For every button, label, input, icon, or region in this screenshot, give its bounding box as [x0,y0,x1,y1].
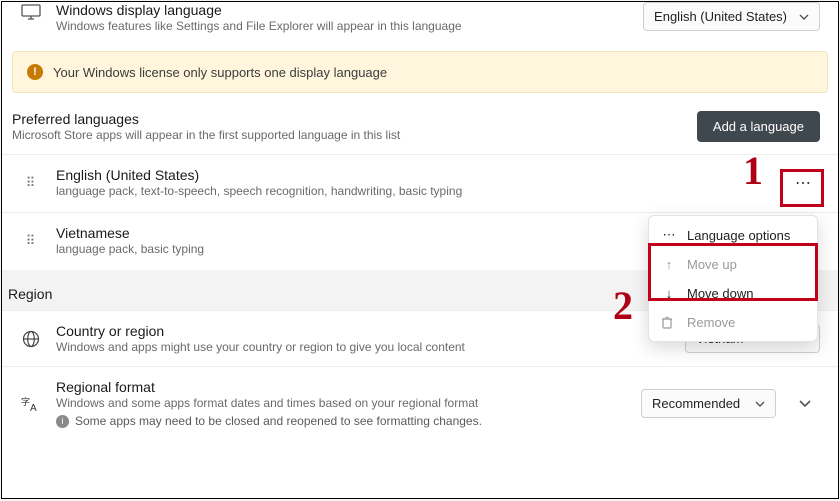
display-language-value: English (United States) [654,9,787,24]
regional-format-row: 字A Regional format Windows and some apps… [2,366,838,440]
menu-move-down[interactable]: ↓ Move down [649,279,817,308]
menu-move-up: ↑ Move up [649,250,817,279]
language-context-menu: ⋯ Language options ↑ Move up ↓ Move down… [648,215,818,342]
trash-icon [661,316,677,330]
regional-format-dropdown[interactable]: Recommended [641,389,776,418]
display-language-title: Windows display language [56,2,629,18]
svg-text:A: A [30,403,37,413]
display-language-dropdown[interactable]: English (United States) [643,2,820,31]
menu-label: Language options [687,228,790,243]
annotation-number-1: 1 [743,147,763,194]
menu-label: Move down [687,286,753,301]
preferred-languages-header: Preferred languages Microsoft Store apps… [2,107,838,154]
arrow-up-icon: ↑ [661,257,677,272]
more-options-button[interactable]: ⋯ [786,168,820,198]
language-name: English (United States) [56,167,772,183]
drag-handle-icon[interactable]: ⠿ [20,175,42,191]
info-icon: i [56,415,69,428]
country-region-sub: Windows and apps might use your country … [56,340,671,354]
regional-format-title: Regional format [56,379,627,395]
preferred-languages-title: Preferred languages [12,111,400,127]
regional-format-info: i Some apps may need to be closed and re… [56,414,627,428]
display-language-row: Windows display language Windows feature… [2,2,838,43]
arrow-down-icon: ↓ [661,286,677,301]
language-format-icon: 字A [20,395,42,413]
warning-icon: ! [27,64,43,80]
monitor-icon [20,2,42,20]
language-features: language pack, text-to-speech, speech re… [56,184,772,198]
menu-remove: Remove [649,308,817,337]
regional-format-value: Recommended [652,396,740,411]
license-warning-text: Your Windows license only supports one d… [53,65,387,80]
expand-toggle[interactable] [790,400,820,408]
country-region-title: Country or region [56,323,671,339]
regional-format-sub: Windows and some apps format dates and t… [56,396,627,410]
display-language-sub: Windows features like Settings and File … [56,19,629,33]
language-item-english: ⠿ English (United States) language pack,… [2,154,838,212]
ellipsis-icon: ⋯ [661,227,677,243]
svg-text:字: 字 [21,396,30,407]
preferred-languages-sub: Microsoft Store apps will appear in the … [12,128,400,142]
globe-icon [20,330,42,348]
ellipsis-icon: ⋯ [795,173,811,193]
drag-handle-icon[interactable]: ⠿ [20,233,42,249]
license-warning-banner: ! Your Windows license only supports one… [12,51,828,93]
add-language-button[interactable]: Add a language [697,111,820,142]
chevron-down-icon [755,401,765,407]
menu-label: Move up [687,257,737,272]
regional-format-info-text: Some apps may need to be closed and reop… [75,414,482,428]
annotation-number-2: 2 [613,282,633,329]
menu-label: Remove [687,315,735,330]
chevron-down-icon [799,14,809,20]
menu-language-options[interactable]: ⋯ Language options [649,220,817,250]
